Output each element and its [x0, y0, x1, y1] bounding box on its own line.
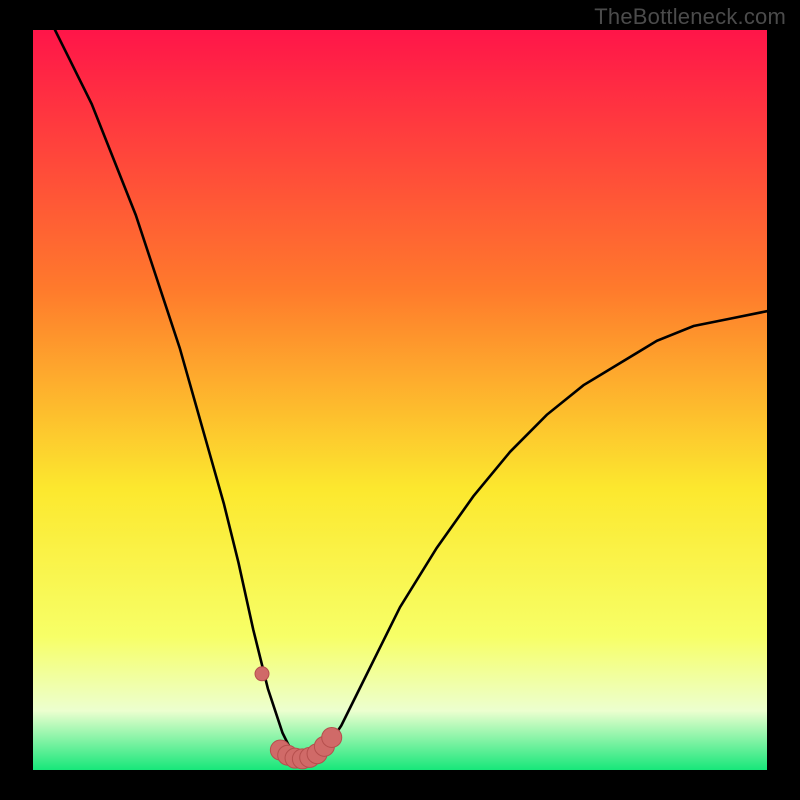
watermark-text: TheBottleneck.com [594, 4, 786, 30]
gradient-background [33, 30, 767, 770]
bottleneck-plot [0, 0, 800, 800]
marker-dot [322, 727, 342, 747]
chart-stage: TheBottleneck.com [0, 0, 800, 800]
marker-dot [255, 667, 269, 681]
